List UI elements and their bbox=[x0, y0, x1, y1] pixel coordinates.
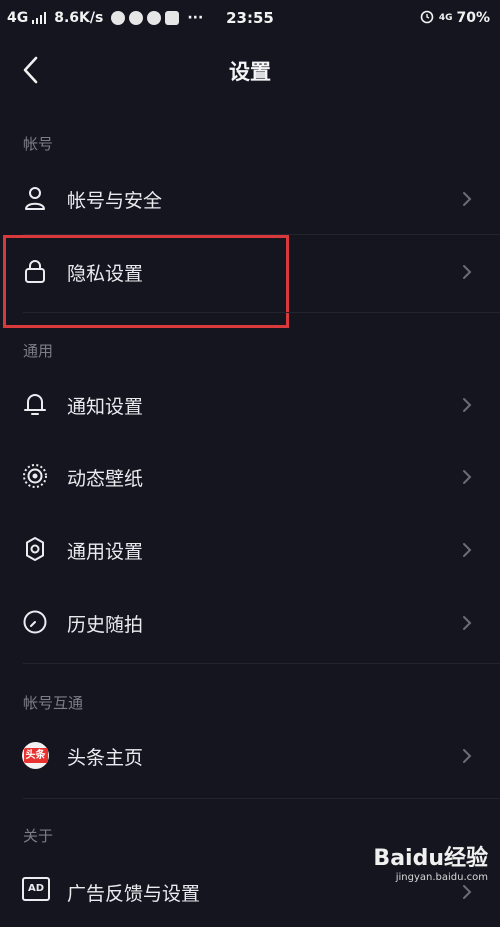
settings-item-label: 通用设置 bbox=[67, 541, 144, 563]
chevron-right-icon bbox=[463, 543, 472, 557]
divider bbox=[23, 663, 500, 664]
toutiao-icon: 头条 bbox=[22, 742, 49, 769]
settings-item-label: 隐私设置 bbox=[67, 263, 144, 285]
section-header-account: 帐号 bbox=[23, 135, 54, 153]
divider bbox=[23, 312, 500, 313]
settings-item-history-snaps[interactable]: 历史随拍 bbox=[0, 586, 500, 658]
lock-icon bbox=[25, 260, 45, 283]
settings-item-label: 头条主页 bbox=[67, 747, 144, 769]
chevron-right-icon bbox=[463, 885, 472, 899]
settings-item-label: 通知设置 bbox=[67, 396, 144, 418]
chevron-right-icon bbox=[463, 398, 472, 412]
ad-icon: AD bbox=[22, 877, 50, 901]
chevron-right-icon bbox=[463, 470, 472, 484]
settings-item-account-security[interactable]: 帐号与安全 bbox=[0, 162, 500, 234]
section-header-account-interop: 帐号互通 bbox=[23, 694, 84, 712]
settings-item-general[interactable]: 通用设置 bbox=[0, 513, 500, 585]
section-header-general: 通用 bbox=[23, 342, 54, 360]
settings-item-label: 动态壁纸 bbox=[67, 468, 144, 490]
nav-bar: 设置 bbox=[0, 36, 500, 104]
settings-item-privacy[interactable]: 隐私设置 bbox=[0, 235, 500, 307]
chevron-right-icon bbox=[463, 265, 472, 279]
clock: 23:55 bbox=[226, 9, 274, 27]
clock-icon bbox=[23, 610, 47, 634]
person-icon bbox=[25, 187, 45, 210]
settings-item-label: 广告反馈与设置 bbox=[67, 883, 201, 905]
settings-item-toutiao-home[interactable]: 头条 头条主页 bbox=[0, 719, 500, 791]
page-title: 设置 bbox=[229, 60, 271, 84]
status-bar: 4G 8.6K/s ··· 23:55 4G 70% bbox=[0, 0, 500, 36]
live-wallpaper-icon bbox=[23, 464, 47, 488]
gear-icon bbox=[26, 537, 44, 561]
settings-item-notifications[interactable]: 通知设置 bbox=[0, 368, 500, 440]
chevron-right-icon bbox=[463, 192, 472, 206]
baidu-watermark: Baidu经验 jingyan.baidu.com bbox=[373, 846, 488, 883]
settings-item-live-wallpaper[interactable]: 动态壁纸 bbox=[0, 440, 500, 512]
settings-item-label: 帐号与安全 bbox=[67, 190, 163, 212]
section-header-about: 关于 bbox=[23, 827, 54, 845]
bell-icon bbox=[24, 394, 46, 415]
settings-item-label: 历史随拍 bbox=[67, 614, 144, 636]
chevron-right-icon bbox=[463, 749, 472, 763]
chevron-right-icon bbox=[463, 616, 472, 630]
divider bbox=[23, 798, 500, 799]
